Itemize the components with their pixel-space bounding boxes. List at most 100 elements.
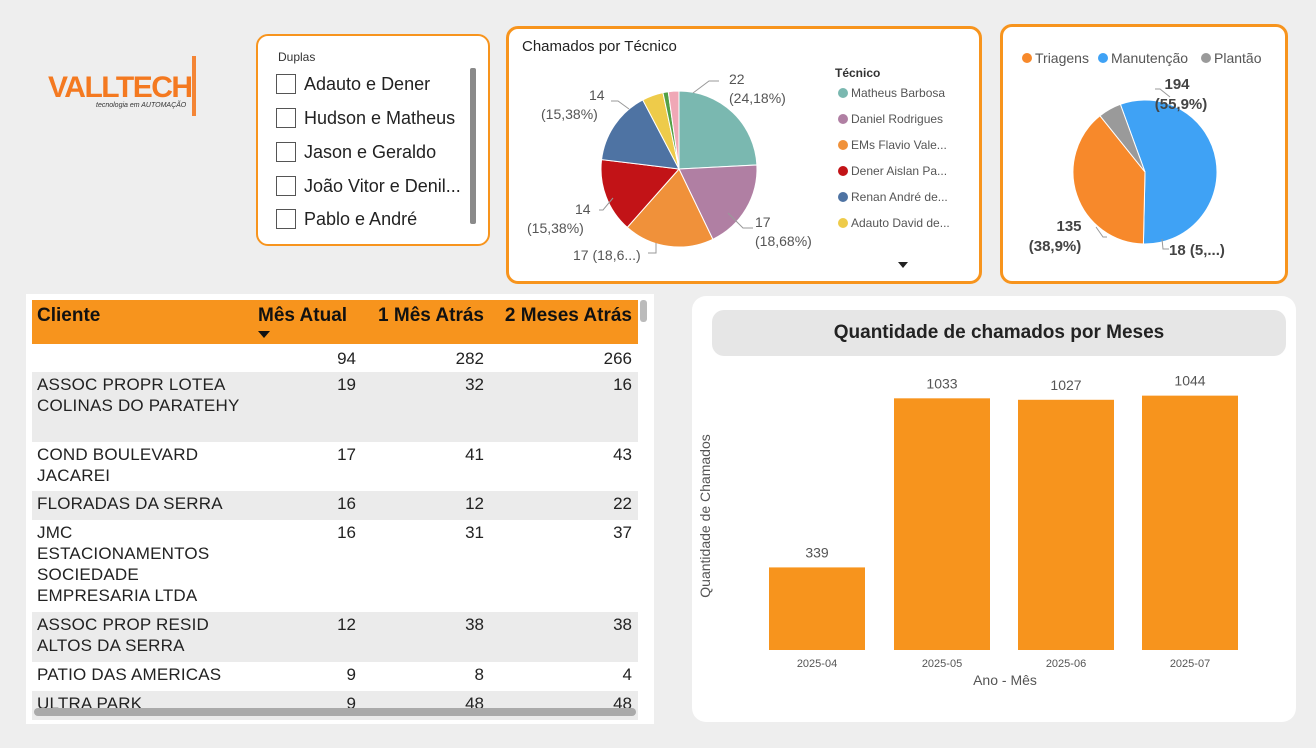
data-label: 194 xyxy=(1164,76,1190,93)
legend-marker xyxy=(838,192,848,202)
checkbox[interactable] xyxy=(276,142,296,162)
table-cell: 17 xyxy=(337,445,356,464)
table-cell: 282 xyxy=(455,349,484,368)
valltech-logo: VALLTECH tecnologia em AUTOMAÇÃO xyxy=(46,52,206,122)
table-cell: 4 xyxy=(622,665,632,684)
slicer-scrollbar[interactable] xyxy=(470,68,476,224)
column-header-mes-atual[interactable]: Mês Atual xyxy=(254,300,362,344)
table-cell: 37 xyxy=(613,523,632,542)
table-cell: 43 xyxy=(613,445,632,464)
slicer-item-label: Jason e Geraldo xyxy=(304,141,437,162)
table-cell: 9 xyxy=(346,665,356,684)
table-cell-cliente: PATIO DAS AMERICAS xyxy=(37,665,222,684)
table-cell: 12 xyxy=(254,612,362,662)
clientes-table-card: Cliente Mês Atual 1 Mês Atrás 2 Meses At… xyxy=(26,294,654,724)
column-header-2-meses-atras[interactable]: 2 Meses Atrás xyxy=(490,300,638,344)
table-cell: 266 xyxy=(603,349,632,368)
bar-2025-06[interactable] xyxy=(1018,399,1114,650)
legend-item[interactable]: Manutenção xyxy=(1111,50,1188,66)
table-cell: 19 xyxy=(254,372,362,442)
table-cell-cliente: JMC ESTACIONAMENTOS SOCIEDADE EMPRESARIA… xyxy=(37,523,210,605)
data-label: 14 xyxy=(589,87,605,103)
table-row[interactable]: ASSOC PROPR LOTEA COLINAS DO PARATEHY 19… xyxy=(32,372,638,442)
table-row[interactable]: PATIO DAS AMERICAS 9 8 4 xyxy=(32,662,638,691)
table-cell: 41 xyxy=(465,445,484,464)
table-cell: 8 xyxy=(474,665,484,684)
data-label: (38,9%) xyxy=(1029,238,1082,255)
legend-item[interactable]: Renan André de... xyxy=(851,190,948,204)
legend-item[interactable]: Daniel Rodrigues xyxy=(851,112,943,126)
slicer-item-label: João Vitor e Denil... xyxy=(304,175,461,196)
slicer-item-pablo-andre[interactable]: Pablo e André xyxy=(276,205,417,233)
checkbox[interactable] xyxy=(276,176,296,196)
bar-2025-04[interactable] xyxy=(769,567,865,650)
data-label: 17 (18,6...) xyxy=(573,247,641,263)
data-label: 17 xyxy=(755,214,771,230)
x-tick-label: 2025-06 xyxy=(1046,658,1086,670)
slicer-item-joao-vitor[interactable]: João Vitor e Denil... xyxy=(276,172,461,200)
table-horizontal-scrollbar[interactable] xyxy=(34,708,636,716)
legend-item[interactable]: Dener Aislan Pa... xyxy=(851,164,947,178)
checkbox[interactable] xyxy=(276,209,296,229)
pie-tecnico-svg: 22 (24,18%) 17 (18,68%) 17 (18,6...) 14 … xyxy=(527,66,950,268)
legend-item[interactable]: Adauto David de... xyxy=(851,216,950,230)
legend-marker xyxy=(1022,53,1032,63)
chamados-por-tecnico-chart: Chamados por Técnico 22 (24,18%) 17 (18,… xyxy=(506,26,982,284)
legend-marker xyxy=(1201,53,1211,63)
data-label: (15,38%) xyxy=(541,106,598,122)
table-cell: 16 xyxy=(490,372,638,442)
table-cell-cliente: ASSOC PROP RESID ALTOS DA SERRA xyxy=(32,612,254,662)
legend-marker xyxy=(838,114,848,124)
x-tick-label: 2025-04 xyxy=(797,658,837,670)
slicer-title: Duplas xyxy=(278,50,316,64)
bar-value-label: 1044 xyxy=(1174,373,1205,389)
legend-more-arrow xyxy=(898,262,908,268)
checkbox[interactable] xyxy=(276,74,296,94)
table-cell xyxy=(32,344,254,372)
legend-item[interactable]: Matheus Barbosa xyxy=(851,86,945,100)
table-cell: 16 xyxy=(254,491,362,520)
bar-2025-05[interactable] xyxy=(894,398,990,650)
column-header-1-mes-atras[interactable]: 1 Mês Atrás xyxy=(362,300,490,344)
x-tick-label: 2025-05 xyxy=(922,658,962,670)
table-cell-cliente: COND BOULEVARD JACAREI xyxy=(37,445,199,485)
slicer-item-label: Pablo e André xyxy=(304,208,418,229)
slicer-item-adauto-dener[interactable]: Adauto e Dener xyxy=(276,70,430,98)
table-cell-cliente: ASSOC PROPR LOTEA COLINAS DO PARATEHY xyxy=(32,372,254,442)
slicer-item-hudson-matheus[interactable]: Hudson e Matheus xyxy=(276,104,455,132)
legend-title: Técnico xyxy=(835,66,880,80)
legend-marker xyxy=(1098,53,1108,63)
data-label: (24,18%) xyxy=(729,90,786,106)
slicer-item-label: Adauto e Dener xyxy=(304,73,431,94)
table-cell: 94 xyxy=(337,349,356,368)
legend-item[interactable]: Plantão xyxy=(1214,50,1262,66)
bar-value-label: 339 xyxy=(805,544,829,560)
table-row[interactable]: JMC ESTACIONAMENTOS SOCIEDADE EMPRESARIA… xyxy=(32,520,638,612)
logo-subtitle-text: tecnologia em AUTOMAÇÃO xyxy=(96,100,187,109)
table-cell: 38 xyxy=(490,612,638,662)
legend-marker xyxy=(838,166,848,176)
table-row[interactable]: ASSOC PROP RESID ALTOS DA SERRA 12 38 38 xyxy=(32,612,638,662)
table-cell: 12 xyxy=(362,491,490,520)
duplas-slicer: Duplas Adauto e Dener Hudson e Matheus J… xyxy=(256,34,490,246)
data-label: 14 xyxy=(575,201,591,217)
legend-item[interactable]: Triagens xyxy=(1035,50,1089,66)
checkbox[interactable] xyxy=(276,108,296,128)
clientes-table: Cliente Mês Atual 1 Mês Atrás 2 Meses At… xyxy=(32,300,638,720)
y-axis-label: Quantidade de Chamados xyxy=(697,434,713,597)
legend-marker xyxy=(838,140,848,150)
legend-marker xyxy=(838,218,848,228)
table-row[interactable]: COND BOULEVARD JACAREI 17 41 43 xyxy=(32,442,638,491)
bar-2025-07[interactable] xyxy=(1142,395,1238,650)
data-label: (55,9%) xyxy=(1155,96,1208,113)
table-total-row: 94 282 266 xyxy=(32,344,638,372)
sort-desc-icon xyxy=(258,331,270,338)
table-row[interactable]: FLORADAS DA SERRA 16 12 22 xyxy=(32,491,638,520)
slicer-item-jason-geraldo[interactable]: Jason e Geraldo xyxy=(276,138,436,166)
legend-item[interactable]: EMs Flavio Vale... xyxy=(851,138,947,152)
column-header-cliente[interactable]: Cliente xyxy=(32,300,254,344)
chamados-por-meses-chart: Quantidade de chamados por Meses Quantid… xyxy=(692,296,1296,722)
table-cell: 22 xyxy=(490,491,638,520)
table-vertical-scrollbar[interactable] xyxy=(640,300,647,322)
data-label: 18 (5,...) xyxy=(1169,242,1225,259)
